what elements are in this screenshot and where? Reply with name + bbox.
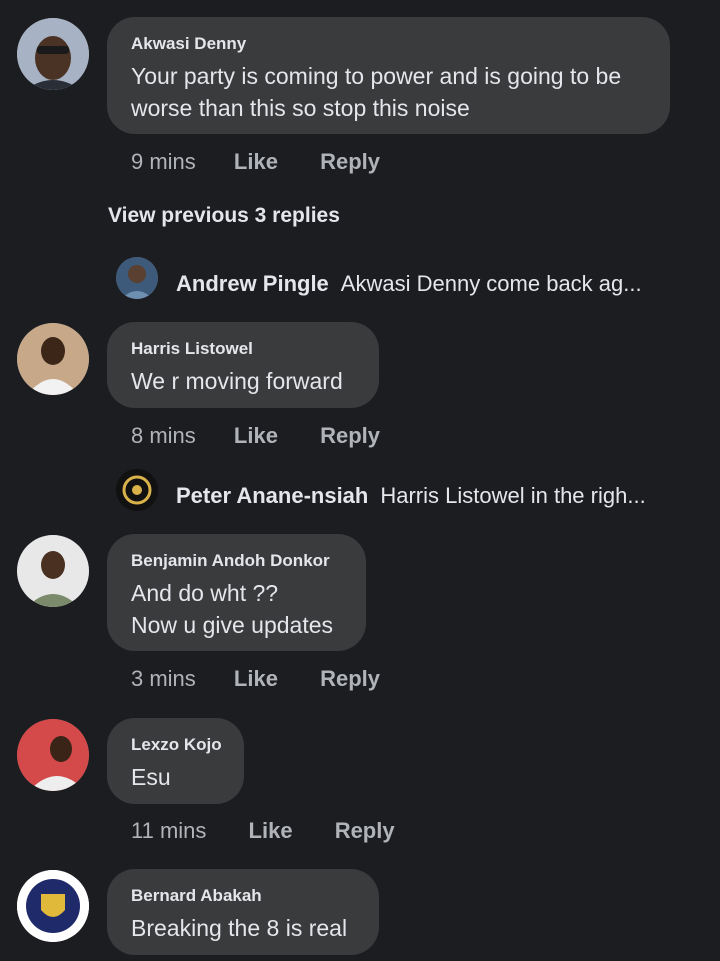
comment-actions: 9 mins Like Reply <box>131 149 380 175</box>
view-previous-replies-link[interactable]: View previous 3 replies <box>108 204 340 228</box>
comment-actions: 8 mins Like Reply <box>131 423 380 449</box>
avatar[interactable] <box>17 870 89 942</box>
reply-button[interactable]: Reply <box>320 666 380 692</box>
reply-text: Akwasi Denny come back ag... <box>340 271 642 296</box>
reply-button[interactable]: Reply <box>320 423 380 449</box>
avatar[interactable] <box>116 469 158 511</box>
reply-preview[interactable]: Andrew Pingle Akwasi Denny come back ag..… <box>176 271 642 297</box>
comment-time: 11 mins <box>131 818 207 843</box>
like-button[interactable]: Like <box>234 666 278 692</box>
comment-text-line: worse than this so stop this noise <box>131 95 470 121</box>
comment-author[interactable]: Bernard Abakah <box>131 886 355 906</box>
reply-button[interactable]: Reply <box>320 149 380 175</box>
comment-bubble: Akwasi Denny Your party is coming to pow… <box>107 17 670 134</box>
comment-text-line: Your party is coming to power and is goi… <box>131 63 622 89</box>
comment-text-line: Esu <box>131 764 171 790</box>
comment-bubble: Harris Listowel We r moving forward <box>107 322 379 408</box>
reply-author[interactable]: Peter Anane-nsiah <box>176 483 368 508</box>
avatar[interactable] <box>17 535 89 607</box>
comment-bubble: Benjamin Andoh Donkor And do wht ?? Now … <box>107 534 366 651</box>
reply-preview[interactable]: Peter Anane-nsiah Harris Listowel in the … <box>176 483 646 509</box>
comment-time: 9 mins <box>131 149 196 174</box>
comment-time: 3 mins <box>131 666 196 691</box>
comment-text-line: Breaking the 8 is real <box>131 915 348 941</box>
avatar[interactable] <box>17 18 89 90</box>
avatar[interactable] <box>116 257 158 299</box>
avatar[interactable] <box>17 719 89 791</box>
comment-bubble: Lexzo Kojo Esu <box>107 718 244 804</box>
comment-actions: 3 mins Like Reply <box>131 666 380 692</box>
comment-actions: 11 mins Like Reply <box>131 818 395 844</box>
comment-text-line: Now u give updates <box>131 612 334 638</box>
like-button[interactable]: Like <box>249 818 293 844</box>
comment-author[interactable]: Lexzo Kojo <box>131 735 222 755</box>
comment-time: 8 mins <box>131 423 196 448</box>
reply-button[interactable]: Reply <box>335 818 395 844</box>
like-button[interactable]: Like <box>234 149 278 175</box>
comment-author[interactable]: Harris Listowel <box>131 339 355 359</box>
reply-text: Harris Listowel in the righ... <box>380 483 646 508</box>
comment-text-line: We r moving forward <box>131 368 343 394</box>
comment-bubble: Bernard Abakah Breaking the 8 is real <box>107 869 379 955</box>
comment-author[interactable]: Akwasi Denny <box>131 34 646 54</box>
like-button[interactable]: Like <box>234 423 278 449</box>
reply-author[interactable]: Andrew Pingle <box>176 271 329 296</box>
comment-text-line: And do wht ?? <box>131 580 279 606</box>
avatar[interactable] <box>17 323 89 395</box>
comment-author[interactable]: Benjamin Andoh Donkor <box>131 551 342 571</box>
